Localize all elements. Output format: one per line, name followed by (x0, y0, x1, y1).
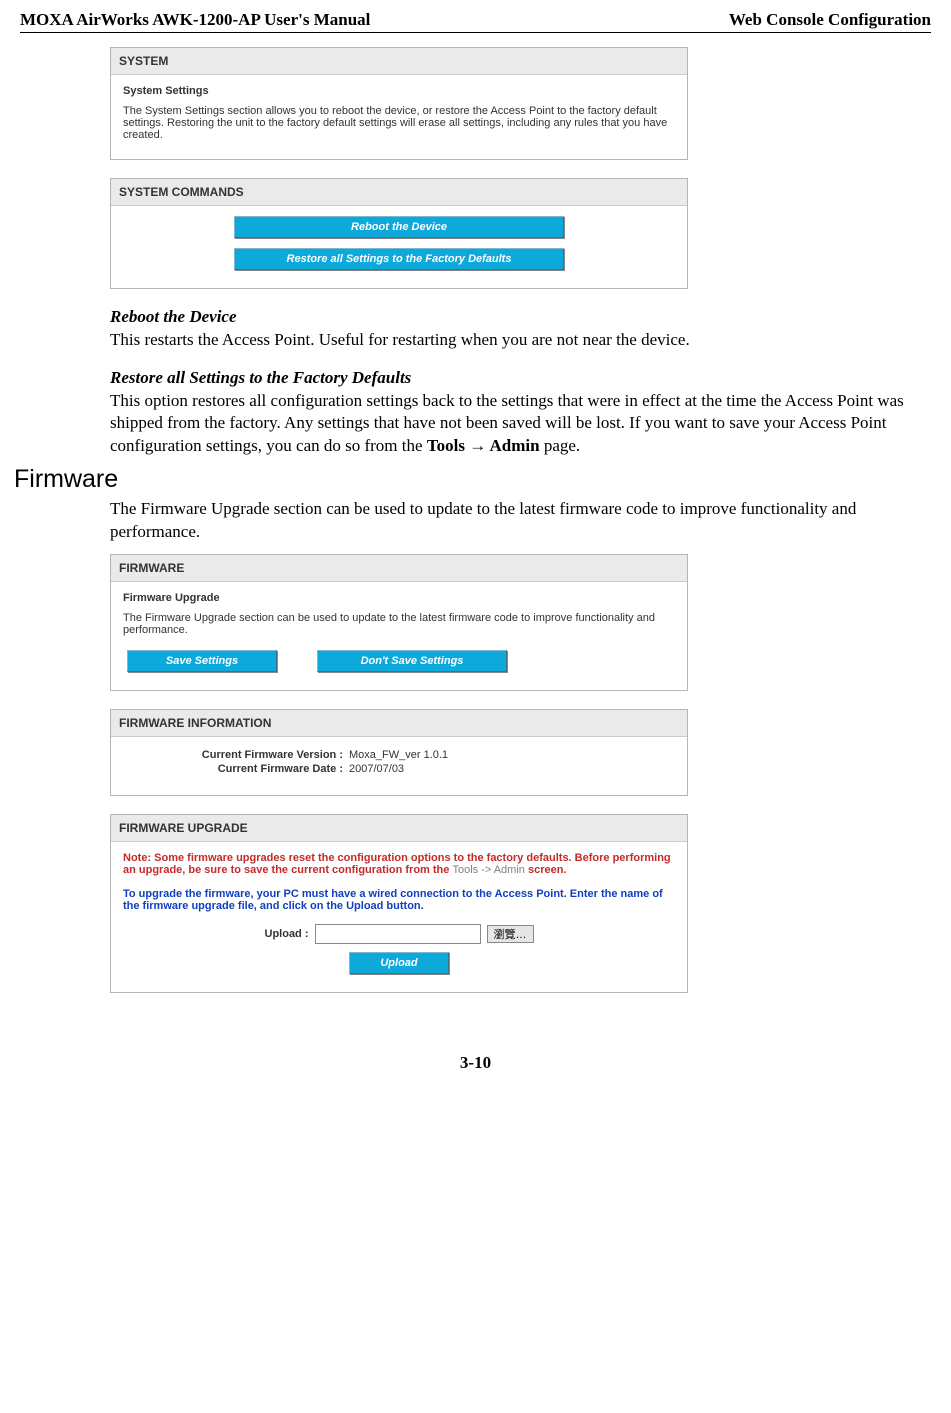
reboot-device-text: This restarts the Access Point. Useful f… (110, 329, 931, 352)
firmware-info-panel: FIRMWARE INFORMATION Current Firmware Ve… (110, 709, 688, 796)
firmware-upgrade-panel-title: FIRMWARE UPGRADE (111, 815, 687, 842)
system-settings-subheading: System Settings (123, 85, 675, 97)
firmware-upgrade-description: The Firmware Upgrade section can be used… (123, 612, 675, 636)
upload-path-input[interactable] (315, 924, 481, 944)
restore-defaults-text: This option restores all configuration s… (110, 390, 931, 458)
firmware-upgrade-panel: FIRMWARE UPGRADE Note: Some firmware upg… (110, 814, 688, 993)
restore-defaults-button[interactable]: Restore all Settings to the Factory Defa… (234, 248, 564, 270)
header-right: Web Console Configuration (729, 10, 931, 30)
firmware-panel-title: FIRMWARE (111, 555, 687, 582)
system-settings-description: The System Settings section allows you t… (123, 105, 675, 141)
firmware-date-value: 2007/07/03 (349, 763, 404, 775)
browse-button[interactable]: 瀏覽… (487, 925, 534, 943)
header-rule (20, 32, 931, 33)
firmware-upgrade-subheading: Firmware Upgrade (123, 592, 675, 604)
firmware-intro-text: The Firmware Upgrade section can be used… (110, 498, 931, 543)
reboot-device-button[interactable]: Reboot the Device (234, 216, 564, 238)
system-panel-title: SYSTEM (111, 48, 687, 75)
upload-label: Upload : (265, 928, 309, 940)
system-commands-panel: SYSTEM COMMANDS Reboot the Device Restor… (110, 178, 688, 289)
dont-save-settings-button[interactable]: Don't Save Settings (317, 650, 507, 672)
upload-button[interactable]: Upload (349, 952, 449, 974)
firmware-note-link: Tools -> Admin (452, 864, 524, 876)
firmware-note-red-1: Note: Some firmware upgrades reset the c… (123, 852, 671, 876)
header-left: MOXA AirWorks AWK-1200-AP User's Manual (20, 10, 370, 30)
firmware-note-red-2: screen. (525, 864, 567, 876)
firmware-version-value: Moxa_FW_ver 1.0.1 (349, 749, 448, 761)
restore-defaults-heading: Restore all Settings to the Factory Defa… (110, 368, 931, 388)
reboot-device-heading: Reboot the Device (110, 307, 931, 327)
arrow-icon: → (469, 436, 486, 455)
firmware-info-title: FIRMWARE INFORMATION (111, 710, 687, 737)
firmware-version-label: Current Firmware Version : (123, 749, 349, 761)
firmware-section-heading: Firmware (14, 465, 951, 494)
page-number: 3-10 (0, 1053, 951, 1093)
save-settings-button[interactable]: Save Settings (127, 650, 277, 672)
firmware-date-label: Current Firmware Date : (123, 763, 349, 775)
firmware-panel: FIRMWARE Firmware Upgrade The Firmware U… (110, 554, 688, 691)
firmware-note-blue: To upgrade the firmware, your PC must ha… (123, 888, 675, 912)
system-panel: SYSTEM System Settings The System Settin… (110, 47, 688, 160)
system-commands-title: SYSTEM COMMANDS (111, 179, 687, 206)
